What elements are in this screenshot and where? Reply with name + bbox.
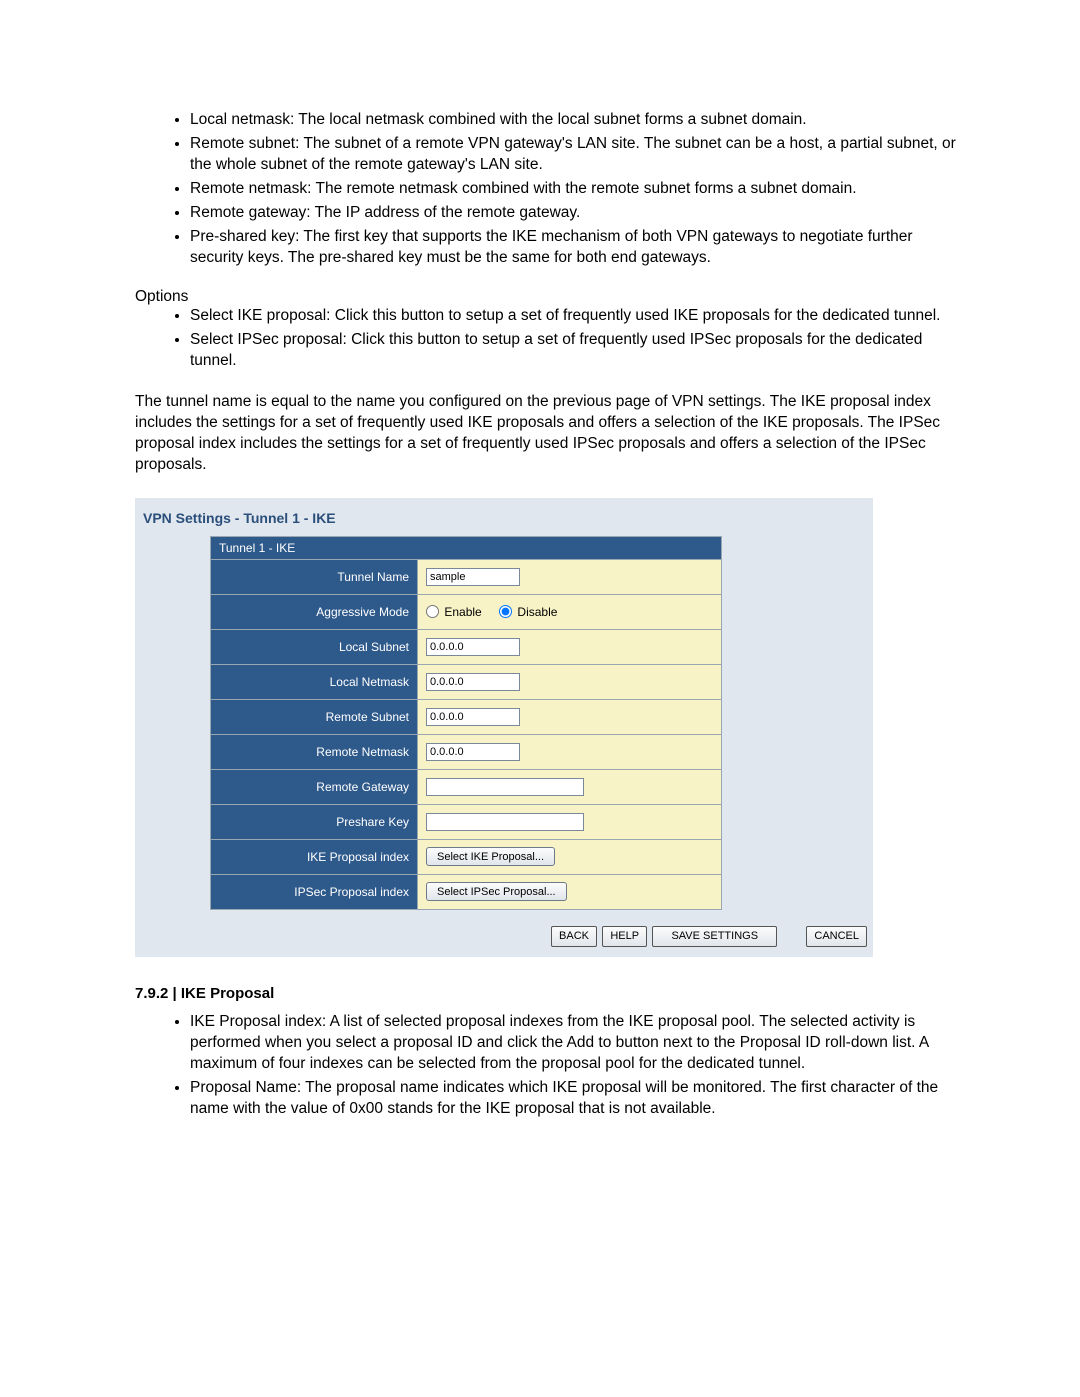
tunnel-name-label: Tunnel Name [211,559,418,594]
aggressive-mode-label: Aggressive Mode [211,594,418,629]
preshare-key-label: Preshare Key [211,804,418,839]
help-button[interactable]: HELP [602,926,647,947]
list-item: Proposal Name: The proposal name indicat… [190,1078,960,1120]
aggr-disable-text: Disable [517,605,557,619]
remote-gateway-label: Remote Gateway [211,769,418,804]
select-ike-proposal-button[interactable]: Select IKE Proposal... [426,847,555,866]
list-item: Remote gateway: The IP address of the re… [190,203,960,224]
vpn-settings-panel: VPN Settings - Tunnel 1 - IKE Tunnel 1 -… [135,498,873,957]
button-row: BACK HELP SAVE SETTINGS CANCEL [135,926,873,947]
aggr-enable-radio[interactable] [426,605,439,618]
aggr-enable-text: Enable [444,605,481,619]
list-item: Local netmask: The local netmask combine… [190,110,960,131]
list-item: Select IKE proposal: Click this button t… [190,306,960,327]
list-item: Pre-shared key: The first key that suppo… [190,227,960,269]
options-heading: Options [135,288,960,306]
table-header: Tunnel 1 - IKE [211,536,722,559]
list-item: IKE Proposal index: A list of selected p… [190,1012,960,1075]
back-button[interactable]: BACK [551,926,597,947]
select-ipsec-proposal-button[interactable]: Select IPSec Proposal... [426,882,567,901]
ike-proposal-index-label: IKE Proposal index [211,839,418,874]
remote-netmask-input[interactable] [426,743,520,761]
aggr-disable-radio[interactable] [499,605,512,618]
tunnel-name-input[interactable] [426,568,520,586]
list-item: Remote subnet: The subnet of a remote VP… [190,134,960,176]
local-netmask-input[interactable] [426,673,520,691]
save-settings-button[interactable]: SAVE SETTINGS [652,926,777,947]
document-page: Local netmask: The local netmask combine… [0,0,1080,1220]
list-item: Select IPSec proposal: Click this button… [190,330,960,372]
ipsec-proposal-index-label: IPSec Proposal index [211,874,418,909]
remote-subnet-label: Remote Subnet [211,699,418,734]
ike-proposal-list: IKE Proposal index: A list of selected p… [135,1012,960,1120]
remote-netmask-label: Remote Netmask [211,734,418,769]
aggr-enable-option[interactable]: Enable [426,605,485,619]
panel-title: VPN Settings - Tunnel 1 - IKE [135,506,873,536]
options-list: Select IKE proposal: Click this button t… [135,306,960,372]
preshare-key-input[interactable] [426,813,584,831]
local-subnet-input[interactable] [426,638,520,656]
section-heading: 7.9.2 | IKE Proposal [135,985,960,1002]
definition-list: Local netmask: The local netmask combine… [135,110,960,268]
body-paragraph: The tunnel name is equal to the name you… [135,392,960,476]
cancel-button[interactable]: CANCEL [806,926,867,947]
remote-gateway-input[interactable] [426,778,584,796]
aggr-disable-option[interactable]: Disable [499,605,557,619]
settings-table: Tunnel 1 - IKE Tunnel Name Aggressive Mo… [210,536,722,910]
remote-subnet-input[interactable] [426,708,520,726]
list-item: Remote netmask: The remote netmask combi… [190,179,960,200]
local-netmask-label: Local Netmask [211,664,418,699]
local-subnet-label: Local Subnet [211,629,418,664]
